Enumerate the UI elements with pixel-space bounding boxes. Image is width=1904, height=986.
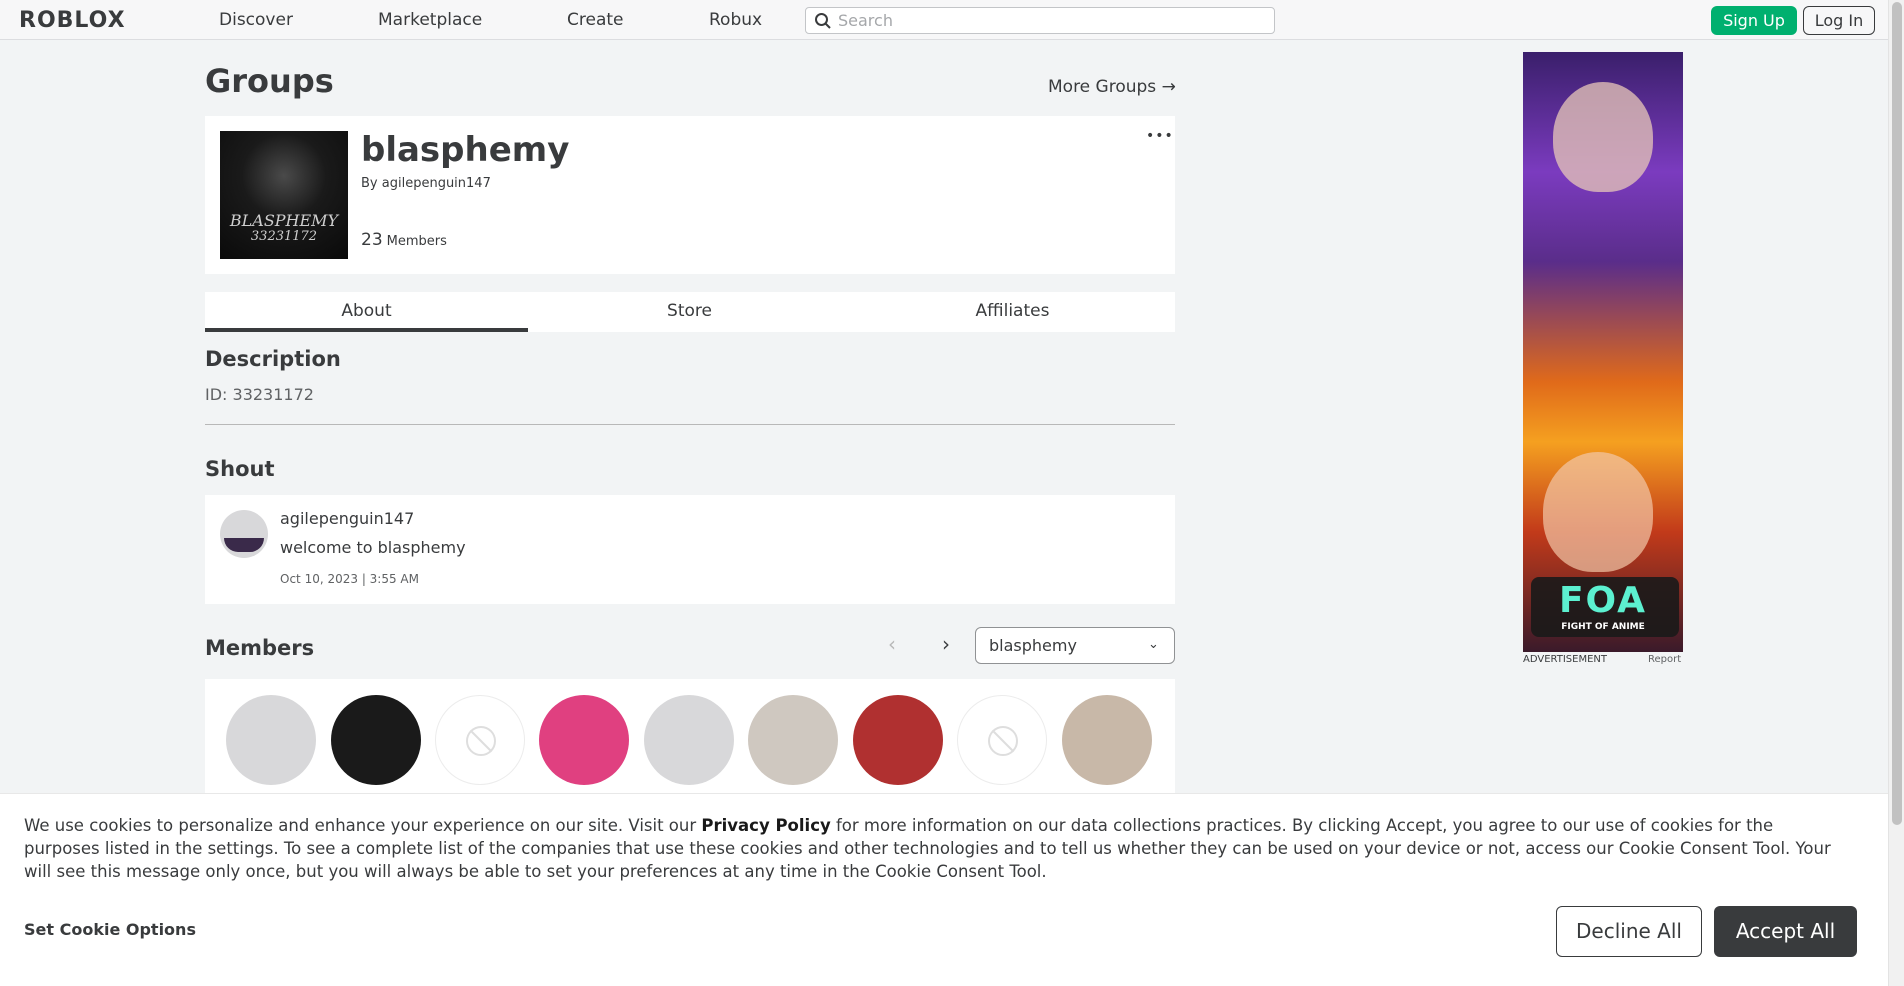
owner-link[interactable]: agilepenguin147 xyxy=(382,176,491,191)
member-avatar[interactable] xyxy=(539,695,629,785)
role-dropdown-value: blasphemy xyxy=(989,636,1077,655)
shout-heading: Shout xyxy=(205,457,275,481)
roblox-logo[interactable]: ROBLOX xyxy=(19,8,126,33)
log-in-button[interactable]: Log In xyxy=(1803,6,1875,35)
role-dropdown[interactable]: blasphemy ⌄ xyxy=(975,627,1175,664)
group-tabs: About Store Affiliates xyxy=(205,292,1175,332)
search-icon[interactable] xyxy=(814,12,832,30)
member-avatar[interactable] xyxy=(853,695,943,785)
chevron-left-icon[interactable]: ‹ xyxy=(888,632,896,656)
ad-logo-subtitle: FIGHT OF ANIME xyxy=(1561,622,1645,632)
emblem-id: 33231172 xyxy=(250,229,318,244)
member-count-label: Members xyxy=(386,234,447,249)
privacy-policy-link[interactable]: Privacy Policy xyxy=(701,816,830,835)
divider xyxy=(205,424,1175,425)
member-avatar-placeholder[interactable] xyxy=(435,695,525,785)
vertical-scrollbar[interactable] xyxy=(1888,0,1904,986)
members-list xyxy=(205,679,1175,799)
more-options-icon[interactable]: ••• xyxy=(1146,128,1174,144)
decline-all-button[interactable]: Decline All xyxy=(1556,906,1702,957)
nav-discover[interactable]: Discover xyxy=(219,10,293,30)
search-box xyxy=(805,7,1275,34)
chevron-down-icon: ⌄ xyxy=(1148,637,1159,652)
member-count: 23 Members xyxy=(361,230,447,250)
cookie-text: We use cookies to personalize and enhanc… xyxy=(24,814,1844,883)
group-header-card: BLASPHEMY 33231172 blasphemy By agilepen… xyxy=(205,116,1175,274)
page-title: Groups xyxy=(205,62,334,100)
shout-card: agilepenguin147 welcome to blasphemy Oct… xyxy=(205,495,1175,604)
accept-all-button[interactable]: Accept All xyxy=(1714,906,1857,957)
member-avatar[interactable] xyxy=(644,695,734,785)
nav-marketplace[interactable]: Marketplace xyxy=(378,10,482,30)
set-cookie-options-link[interactable]: Set Cookie Options xyxy=(24,920,196,939)
members-heading: Members xyxy=(205,636,315,660)
description-heading: Description xyxy=(205,347,341,371)
description-text: ID: 33231172 xyxy=(205,385,314,404)
ad-logo: FOA xyxy=(1558,580,1648,621)
member-avatar[interactable] xyxy=(1062,695,1152,785)
owner-prefix: By xyxy=(361,176,378,191)
member-avatar[interactable] xyxy=(748,695,838,785)
group-name: blasphemy xyxy=(361,130,570,170)
cookie-banner: We use cookies to personalize and enhanc… xyxy=(0,793,1888,986)
shout-message: welcome to blasphemy xyxy=(280,538,466,557)
shout-username[interactable]: agilepenguin147 xyxy=(280,509,414,528)
unavailable-icon xyxy=(466,726,496,756)
search-input[interactable] xyxy=(838,10,1258,31)
chevron-right-icon[interactable]: › xyxy=(942,632,950,656)
cookie-text-intro: We use cookies to personalize and enhanc… xyxy=(24,816,702,835)
scrollbar-thumb[interactable] xyxy=(1892,2,1902,825)
emblem-title: BLASPHEMY xyxy=(229,211,339,230)
member-avatar-placeholder[interactable] xyxy=(957,695,1047,785)
report-ad-link[interactable]: Report xyxy=(1648,654,1681,665)
advertisement-banner[interactable]: FOA FIGHT OF ANIME xyxy=(1523,52,1683,652)
nav-robux[interactable]: Robux xyxy=(709,10,762,30)
unavailable-icon xyxy=(988,726,1018,756)
advertisement-label: ADVERTISEMENT xyxy=(1523,654,1608,665)
shout-date: Oct 10, 2023 | 3:55 AM xyxy=(280,572,419,586)
more-groups-link[interactable]: More Groups → xyxy=(1048,77,1176,97)
tab-affiliates[interactable]: Affiliates xyxy=(851,292,1174,332)
member-count-value: 23 xyxy=(361,230,383,250)
shout-avatar[interactable] xyxy=(220,510,268,558)
sign-up-button[interactable]: Sign Up xyxy=(1711,6,1797,35)
member-avatar[interactable] xyxy=(331,695,421,785)
group-owner: By agilepenguin147 xyxy=(361,176,491,191)
nav-create[interactable]: Create xyxy=(567,10,624,30)
tab-about[interactable]: About xyxy=(205,292,528,332)
top-navigation: ROBLOX Discover Marketplace Create Robux… xyxy=(0,0,1888,40)
member-avatar[interactable] xyxy=(226,695,316,785)
tab-store[interactable]: Store xyxy=(528,292,851,332)
group-emblem: BLASPHEMY 33231172 xyxy=(220,131,348,259)
